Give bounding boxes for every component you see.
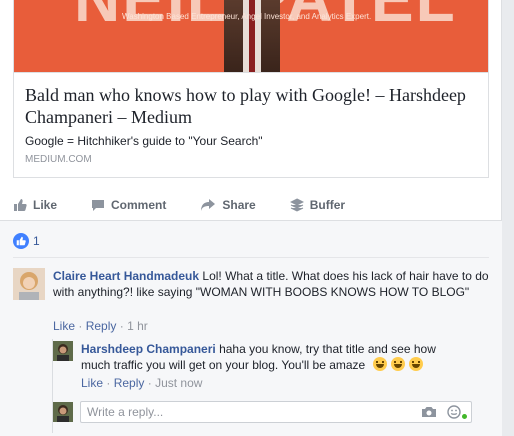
buffer-label: Buffer: [309, 198, 346, 212]
reactions-summary[interactable]: 1: [13, 233, 40, 249]
emoji-icon[interactable]: [447, 405, 461, 419]
like-label: Like: [33, 198, 58, 212]
hero-tagline: Washington Based Entrepreneur, Angel Inv…: [122, 12, 372, 21]
comment-icon: [92, 200, 105, 211]
comment-like-link[interactable]: Like: [53, 319, 75, 333]
comment-reply-link[interactable]: Reply: [86, 319, 117, 333]
comment-author[interactable]: Claire Heart Handmadeuk: [53, 269, 199, 283]
comment-button[interactable]: Comment: [91, 198, 166, 212]
reply-time[interactable]: Just now: [155, 376, 202, 390]
comments-divider: [13, 257, 489, 258]
meta-separator: ·: [119, 319, 124, 333]
link-preview[interactable]: NEIL PATEL Washington Based Entrepreneur…: [13, 0, 489, 178]
link-preview-image[interactable]: NEIL PATEL Washington Based Entrepreneur…: [14, 0, 488, 72]
thumbs-up-icon: [13, 233, 29, 249]
share-button[interactable]: Share: [200, 198, 256, 212]
link-description: Google = Hitchhiker's guide to "Your Sea…: [25, 134, 263, 148]
meta-separator: ·: [147, 376, 152, 390]
comments-section: 1 Claire Heart Handmadeuk Lol! What a ti…: [0, 221, 502, 436]
link-preview-text[interactable]: Bald man who knows how to play with Goog…: [14, 72, 488, 177]
comment-meta: Like · Reply · 1 hr: [53, 319, 148, 333]
avatar[interactable]: [53, 341, 73, 361]
reaction-count[interactable]: 1: [33, 234, 40, 248]
comment-time[interactable]: 1 hr: [127, 319, 148, 333]
comment-body: Claire Heart Handmadeuk Lol! What a titl…: [53, 268, 489, 300]
camera-icon[interactable]: [421, 406, 437, 418]
action-bar: Like Comment Share Buffer: [13, 190, 489, 220]
buffer-icon: [289, 198, 304, 212]
share-label: Share: [222, 198, 256, 212]
meta-separator: ·: [106, 376, 111, 390]
hero-tie: [249, 0, 255, 72]
like-button[interactable]: Like: [13, 198, 57, 212]
grin-emoji-icon: [408, 357, 423, 371]
reply-body: Harshdeep Champaneri haha you know, try …: [81, 341, 441, 373]
reply-reply-link[interactable]: Reply: [114, 376, 145, 390]
reply-meta: Like · Reply · Just now: [81, 376, 202, 390]
reply-box[interactable]: [80, 401, 472, 423]
reply-input[interactable]: [81, 402, 401, 422]
reply-author[interactable]: Harshdeep Champaneri: [81, 342, 216, 356]
link-domain: MEDIUM.COM: [25, 154, 92, 165]
grin-emoji-icon: [372, 357, 387, 371]
post-card: NEIL PATEL Washington Based Entrepreneur…: [0, 0, 502, 436]
reply-like-link[interactable]: Like: [81, 376, 103, 390]
avatar[interactable]: [13, 268, 45, 300]
avatar[interactable]: [53, 402, 73, 422]
link-title[interactable]: Bald man who knows how to play with Goog…: [25, 84, 477, 128]
thumbs-up-icon: [14, 199, 27, 211]
meta-separator: ·: [78, 319, 83, 333]
share-icon: [201, 199, 216, 211]
buffer-button[interactable]: Buffer: [289, 198, 346, 212]
online-status-dot: [461, 413, 468, 420]
comment-label: Comment: [111, 198, 167, 212]
grin-emoji-icon: [390, 357, 405, 371]
